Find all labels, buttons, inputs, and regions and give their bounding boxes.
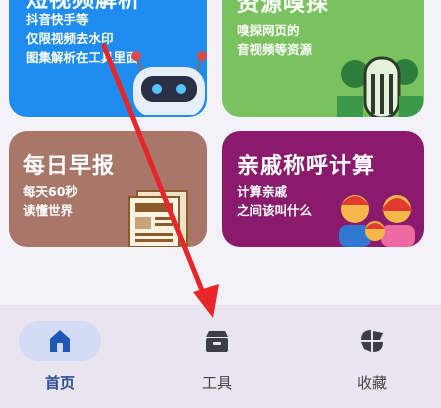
card-desc-line: 抖音快手等	[26, 12, 89, 27]
robot-icon	[131, 51, 207, 115]
card-desc-line: 之间该叫什么	[237, 203, 313, 218]
card-description: 抖音快手等 仅限视频去水印 图集解析在工具里面	[26, 10, 139, 67]
card-desc-line: 图集解析在工具里面	[26, 50, 139, 65]
nav-label-tools: 工具	[201, 374, 232, 392]
home-icon	[50, 330, 70, 352]
card-title: 亲戚称呼计算	[237, 154, 376, 179]
card-resource-sniff[interactable]: 资源嗅探 嗅探网页的 音视频等资源	[222, 0, 424, 117]
bottom-navigation: 首页 工具 收藏	[0, 305, 441, 408]
feature-grid: 短视频解析 抖音快手等 仅限视频去水印 图集解析在工具里面 资源嗅探 嗅探网页的…	[0, 0, 441, 305]
card-desc-line: 读懂世界	[23, 203, 74, 218]
nav-item-tools[interactable]: 工具	[157, 305, 277, 408]
web-resource-icon	[337, 56, 423, 117]
card-desc-line: 计算亲戚	[237, 184, 288, 199]
card-title: 资源嗅探	[237, 0, 330, 17]
card-kinship-calculator[interactable]: 亲戚称呼计算 计算亲戚 之间该叫什么	[222, 131, 424, 247]
newspaper-icon	[128, 190, 188, 247]
card-description: 计算亲戚 之间该叫什么	[237, 182, 312, 220]
card-description: 每天60秒 读懂世界	[23, 182, 78, 220]
card-description: 嗅探网页的 音视频等资源	[237, 21, 312, 59]
family-icon	[339, 195, 415, 247]
card-desc-line: 嗅探网页的	[237, 23, 300, 38]
nav-label-favorites: 收藏	[356, 374, 387, 392]
card-desc-line: 音视频等资源	[237, 42, 313, 57]
toolbox-icon	[206, 331, 228, 352]
favorites-icon	[361, 330, 383, 352]
nav-item-favorites[interactable]: 收藏	[312, 305, 432, 408]
card-daily-news[interactable]: 每日早报 每天60秒 读懂世界	[9, 131, 207, 247]
card-desc-line: 每天60秒	[23, 184, 78, 199]
card-desc-line: 仅限视频去水印	[26, 31, 114, 46]
card-title: 每日早报	[23, 154, 116, 179]
nav-label-home: 首页	[44, 374, 75, 392]
card-video-parse[interactable]: 短视频解析 抖音快手等 仅限视频去水印 图集解析在工具里面	[9, 0, 207, 117]
nav-item-home[interactable]: 首页	[0, 305, 120, 408]
